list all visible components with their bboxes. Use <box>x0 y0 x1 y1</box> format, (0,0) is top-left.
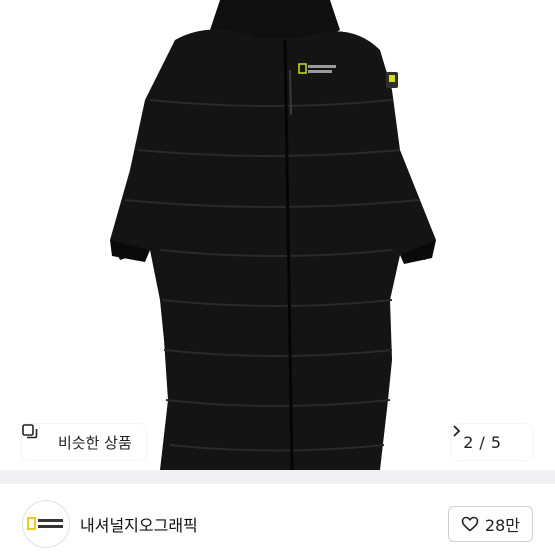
similar-products-label: 비슷한 상품 <box>58 433 132 452</box>
similar-products-button[interactable]: 비슷한 상품 <box>22 424 146 460</box>
pager-total: 5 <box>490 432 501 452</box>
national-geographic-logo <box>27 517 63 530</box>
seller-avatar[interactable] <box>22 500 70 548</box>
product-image-carousel[interactable]: 비슷한 상품 2 / 5 <box>0 0 555 470</box>
section-divider <box>0 470 555 484</box>
pager-current: 2 <box>463 432 474 452</box>
seller-name[interactable]: 내셔널지오그래픽 <box>80 512 198 536</box>
like-button[interactable]: 28만 <box>447 506 533 542</box>
duplicate-squares-icon <box>22 424 50 450</box>
like-count: 28만 <box>484 516 520 535</box>
seller-bar[interactable]: 내셔널지오그래픽 28만 <box>0 484 555 555</box>
chevron-right-icon <box>453 425 523 449</box>
jacket-photo <box>110 0 436 470</box>
heart-outline-icon <box>461 516 479 532</box>
pager-separator: / <box>479 432 485 452</box>
image-pager[interactable]: 2 / 5 <box>451 424 533 460</box>
